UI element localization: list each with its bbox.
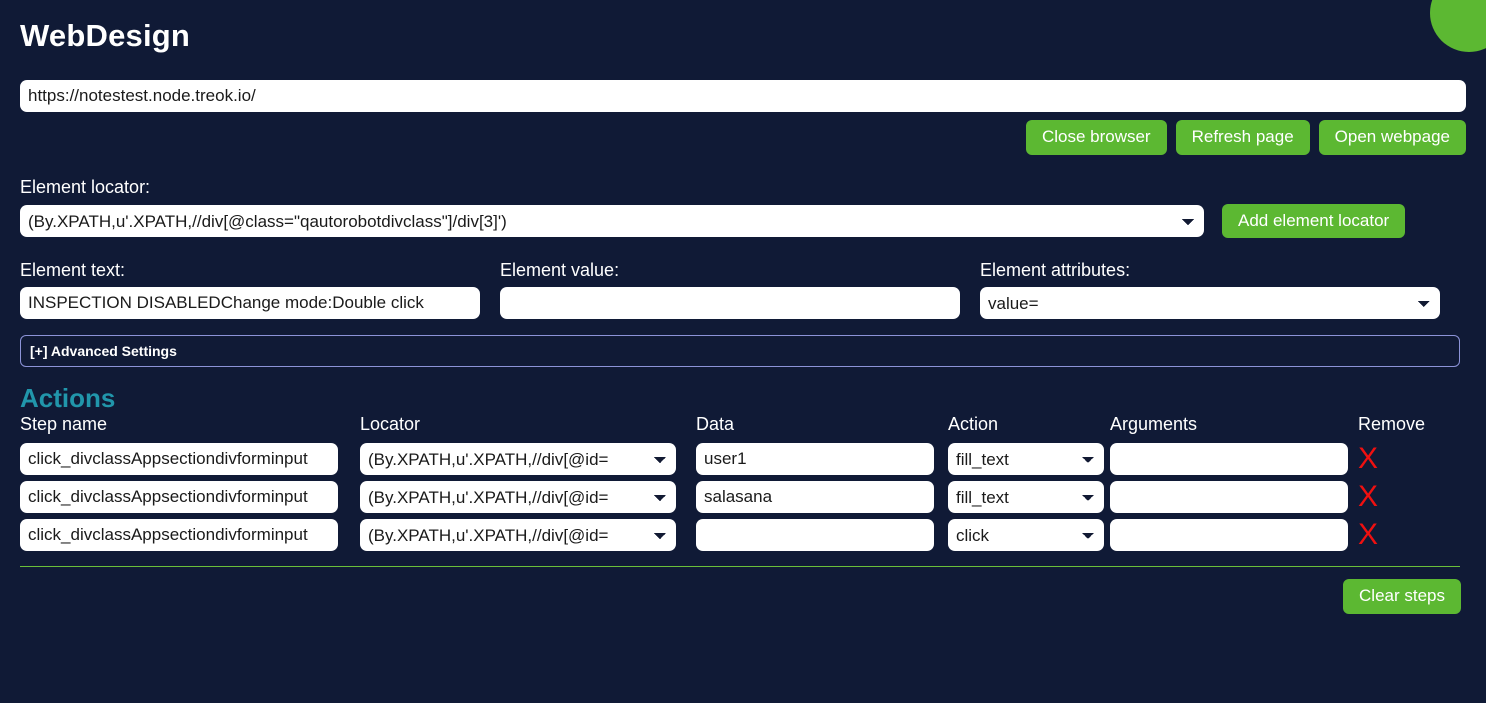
table-row	[696, 441, 948, 477]
web-design-app: WebDesign Close browser Refresh page Ope…	[0, 0, 1486, 703]
open-webpage-button[interactable]: Open webpage	[1318, 120, 1466, 155]
column-header-action: Action	[948, 414, 999, 435]
url-bar-row	[20, 80, 1466, 112]
step-locator-select[interactable]: (By.XPATH,u'.XPATH,//div[@id=	[360, 519, 676, 552]
element-details-row: Element text: Element value: Element att…	[20, 260, 1466, 320]
page-title: WebDesign	[20, 18, 191, 53]
step-arguments-input[interactable]	[1110, 443, 1348, 476]
column-header-locator: Locator	[360, 414, 421, 435]
table-row	[20, 441, 360, 477]
step-name-input[interactable]	[20, 519, 338, 552]
advanced-settings-toggle[interactable]: [+] Advanced Settings	[20, 335, 1460, 368]
step-action-select[interactable]: click	[948, 519, 1104, 552]
remove-step-button[interactable]: X	[1358, 516, 1458, 554]
column-header-step-name: Step name	[20, 414, 108, 435]
step-locator-select[interactable]: (By.XPATH,u'.XPATH,//div[@id=	[360, 443, 676, 476]
actions-heading: Actions	[20, 383, 116, 414]
browser-button-row: Close browser Refresh page Open webpage	[20, 120, 1466, 155]
table-row	[1110, 441, 1358, 477]
section-divider	[20, 566, 1460, 568]
step-action-select[interactable]: fill_text	[948, 443, 1104, 476]
url-input[interactable]	[20, 80, 1466, 112]
table-row: click	[948, 517, 1110, 553]
step-locator-select[interactable]: (By.XPATH,u'.XPATH,//div[@id=	[360, 481, 676, 514]
table-row: (By.XPATH,u'.XPATH,//div[@id=	[360, 517, 696, 553]
step-data-input[interactable]	[696, 443, 934, 476]
column-header-data: Data	[696, 414, 735, 435]
close-browser-button[interactable]: Close browser	[1025, 120, 1167, 155]
element-attributes-select[interactable]: value=	[980, 287, 1440, 320]
element-text-group: Element text:	[20, 260, 500, 320]
table-row	[696, 479, 948, 515]
step-arguments-input[interactable]	[1110, 519, 1348, 552]
step-data-input[interactable]	[696, 519, 934, 552]
step-name-input[interactable]	[20, 443, 338, 476]
table-row: fill_text	[948, 479, 1110, 515]
element-text-label: Element text:	[20, 260, 126, 281]
table-row: fill_text	[948, 441, 1110, 477]
step-data-input[interactable]	[696, 481, 934, 514]
table-row: (By.XPATH,u'.XPATH,//div[@id=	[360, 441, 696, 477]
step-name-input[interactable]	[20, 481, 338, 514]
actions-table: Step name Locator Data Action Arguments …	[20, 414, 1466, 554]
remove-step-button[interactable]: X	[1358, 440, 1458, 478]
actions-footer: Clear steps	[20, 579, 1466, 615]
refresh-page-button[interactable]: Refresh page	[1175, 120, 1310, 155]
element-locator-select[interactable]: (By.XPATH,u'.XPATH,//div[@class="qautoro…	[20, 205, 1204, 238]
table-row	[20, 479, 360, 515]
step-arguments-input[interactable]	[1110, 481, 1348, 514]
element-value-group: Element value:	[500, 260, 980, 320]
element-attributes-group: Element attributes: value=	[980, 260, 1460, 320]
element-value-label: Element value:	[500, 260, 620, 281]
table-row	[1110, 479, 1358, 515]
table-row	[1110, 517, 1358, 553]
column-header-remove: Remove	[1358, 414, 1426, 435]
element-locator-label: Element locator:	[20, 176, 151, 197]
step-action-select[interactable]: fill_text	[948, 481, 1104, 514]
table-row: (By.XPATH,u'.XPATH,//div[@id=	[360, 479, 696, 515]
advanced-settings-label: [+] Advanced Settings	[30, 343, 177, 360]
remove-step-button[interactable]: X	[1358, 478, 1458, 516]
element-attributes-label: Element attributes:	[980, 260, 1131, 281]
element-text-input[interactable]	[20, 287, 480, 320]
clear-steps-button[interactable]: Clear steps	[1343, 579, 1461, 615]
element-value-input[interactable]	[500, 287, 960, 320]
column-header-arguments: Arguments	[1110, 414, 1198, 435]
table-row	[696, 517, 948, 553]
add-element-locator-button[interactable]: Add element locator	[1222, 203, 1406, 239]
table-row	[20, 517, 360, 553]
element-locator-block: Element locator: (By.XPATH,u'.XPATH,//di…	[20, 177, 1466, 239]
